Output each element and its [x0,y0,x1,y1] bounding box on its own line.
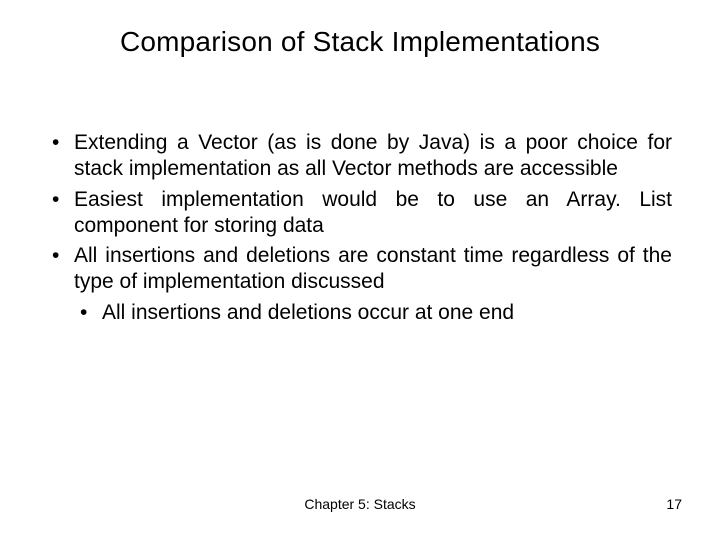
bullet-text: Extending a Vector (as is done by Java) … [74,131,672,180]
sub-bullet-item: All insertions and deletions occur at on… [74,300,672,326]
slide: Comparison of Stack Implementations Exte… [0,0,720,540]
bullet-item: Extending a Vector (as is done by Java) … [48,130,672,183]
footer-page-number: 17 [666,496,682,512]
bullet-list: Extending a Vector (as is done by Java) … [48,130,672,326]
slide-title: Comparison of Stack Implementations [0,26,720,58]
sub-bullet-text: All insertions and deletions occur at on… [102,301,514,324]
bullet-item: All insertions and deletions are constan… [48,243,672,326]
bullet-text: All insertions and deletions are constan… [74,244,672,293]
bullet-item: Easiest implementation would be to use a… [48,187,672,240]
sub-bullet-list: All insertions and deletions occur at on… [74,300,672,326]
bullet-text: Easiest implementation would be to use a… [74,188,672,237]
footer-chapter: Chapter 5: Stacks [0,496,720,512]
slide-body: Extending a Vector (as is done by Java) … [48,130,672,330]
